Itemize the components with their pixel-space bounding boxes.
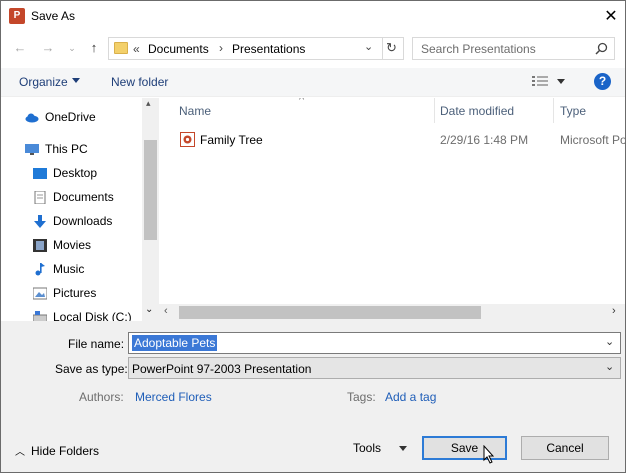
film-icon: [33, 238, 47, 252]
scroll-down-icon[interactable]: ⌄: [145, 304, 153, 315]
bottom-panel: File name: Adoptable Pets ⌄ Save as type…: [1, 321, 625, 472]
nav-item-downloads[interactable]: Downloads: [33, 211, 112, 231]
command-toolbar: Organize New folder ?: [1, 68, 625, 97]
download-icon: [34, 214, 46, 228]
mouse-cursor-icon: [483, 445, 495, 464]
cloud-icon: [25, 113, 39, 122]
tags-value[interactable]: Add a tag: [385, 390, 436, 404]
column-header-name[interactable]: Name: [179, 104, 211, 118]
sort-ascending-icon: ^: [299, 98, 305, 106]
view-list-icon[interactable]: [532, 75, 548, 88]
new-folder-button[interactable]: New folder: [111, 75, 168, 89]
chevron-down-icon[interactable]: ⌄: [605, 360, 614, 373]
column-separator[interactable]: [434, 98, 435, 123]
search-input[interactable]: Search Presentations: [421, 42, 536, 56]
nav-item-pictures[interactable]: Pictures: [33, 283, 96, 303]
authors-value[interactable]: Merced Flores: [135, 390, 212, 404]
nav-scroll-thumb[interactable]: [144, 140, 157, 240]
nav-item-onedrive[interactable]: OneDrive: [25, 107, 96, 127]
pptx-file-icon: [180, 132, 195, 147]
save-type-value: PowerPoint 97-2003 Presentation: [132, 362, 312, 376]
nav-item-documents[interactable]: Documents: [33, 187, 114, 207]
nav-item-label: Desktop: [53, 166, 98, 180]
column-header-date[interactable]: Date modified: [440, 104, 514, 118]
up-button[interactable]: ↑: [85, 39, 103, 57]
address-dropdown-icon[interactable]: ⌄: [364, 40, 373, 53]
nav-item-label: Downloads: [53, 214, 113, 228]
pictures-icon: [33, 287, 47, 299]
nav-item-movies[interactable]: Movies: [33, 235, 91, 255]
save-as-dialog: P Save As ✕ ← → ⌄ ↑ « Documents › Presen…: [0, 0, 626, 473]
nav-item-label: Local Disk (C:): [53, 310, 132, 321]
file-name-label: File name:: [68, 337, 125, 351]
cancel-button[interactable]: Cancel: [521, 436, 609, 460]
nav-item-label: Pictures: [53, 286, 97, 300]
organize-button[interactable]: Organize: [19, 75, 68, 89]
close-button[interactable]: ✕: [601, 7, 621, 27]
nav-item-label: Music: [53, 262, 85, 276]
drive-icon: [33, 310, 47, 321]
file-name-field[interactable]: Adoptable Pets ⌄: [128, 332, 621, 354]
chevron-down-icon[interactable]: ⌄: [605, 335, 614, 348]
tools-button[interactable]: Tools: [353, 441, 408, 455]
chevron-up-icon: ︿: [15, 447, 25, 458]
music-note-icon: [35, 262, 45, 275]
breadcrumb-presentations[interactable]: Presentations: [232, 42, 305, 56]
list-scroll-thumb[interactable]: [179, 306, 481, 319]
save-type-label: Save as type:: [55, 362, 128, 376]
organize-dropdown-icon: [72, 78, 80, 83]
save-type-select[interactable]: PowerPoint 97-2003 Presentation ⌄: [128, 357, 621, 379]
nav-item-local-disk[interactable]: Local Disk (C:): [33, 307, 132, 321]
file-list: ^ Name Date modified Type Family Tree 2/…: [159, 98, 625, 304]
chevron-right-icon: ›: [219, 41, 223, 55]
address-divider: [382, 37, 383, 60]
tools-label: Tools: [353, 441, 382, 455]
file-name-input[interactable]: Adoptable Pets: [132, 335, 218, 351]
scroll-up-icon[interactable]: ▴: [146, 98, 151, 109]
documents-icon: [34, 190, 46, 204]
desktop-icon: [33, 167, 47, 179]
column-header-type[interactable]: Type: [560, 104, 586, 118]
authors-label: Authors:: [79, 390, 124, 404]
nav-item-label: OneDrive: [45, 110, 96, 124]
powerpoint-icon: P: [9, 8, 25, 24]
column-separator[interactable]: [553, 98, 554, 123]
tags-label: Tags:: [347, 390, 376, 404]
file-name: Family Tree: [200, 133, 263, 147]
scroll-right-icon[interactable]: ›: [612, 305, 616, 317]
nav-item-label: Documents: [53, 190, 114, 204]
help-icon[interactable]: ?: [594, 73, 611, 90]
nav-scrollbar[interactable]: ▴ ⌄: [142, 98, 159, 321]
forward-button[interactable]: →: [39, 39, 57, 57]
navigation-pane: OneDrive This PC Desktop Documents Downl…: [1, 98, 159, 321]
nav-item-this-pc[interactable]: This PC: [25, 139, 88, 159]
file-type: Microsoft Po: [560, 133, 625, 147]
computer-icon: [25, 143, 39, 155]
nav-item-music[interactable]: Music: [33, 259, 84, 279]
title-bar: P Save As ✕: [1, 1, 625, 32]
address-bar[interactable]: « Documents › Presentations ⌄ ↻: [108, 37, 404, 60]
search-icon: [595, 42, 608, 55]
folder-icon: [114, 42, 128, 54]
nav-item-label: This PC: [45, 142, 88, 156]
scroll-left-icon[interactable]: ‹: [164, 305, 168, 317]
nav-item-label: Movies: [53, 238, 92, 252]
breadcrumb-documents[interactable]: Documents: [148, 42, 209, 56]
window-title: Save As: [31, 9, 76, 23]
list-scrollbar[interactable]: ‹ ›: [159, 304, 625, 321]
hide-folders-label: Hide Folders: [31, 443, 100, 458]
view-dropdown-icon[interactable]: [557, 79, 565, 84]
breadcrumb-overflow[interactable]: «: [133, 42, 140, 56]
hide-folders-button[interactable]: ︿ Hide Folders: [15, 443, 100, 459]
file-date: 2/29/16 1:48 PM: [440, 133, 529, 147]
search-box[interactable]: Search Presentations: [412, 37, 615, 60]
table-row[interactable]: Family Tree 2/29/16 1:48 PM Microsoft Po: [159, 129, 625, 151]
recent-locations-button[interactable]: ⌄: [63, 39, 81, 57]
back-button[interactable]: ←: [11, 39, 29, 57]
refresh-icon[interactable]: ↻: [386, 40, 397, 56]
tools-dropdown-icon: [399, 445, 408, 451]
nav-item-desktop[interactable]: Desktop: [33, 163, 97, 183]
